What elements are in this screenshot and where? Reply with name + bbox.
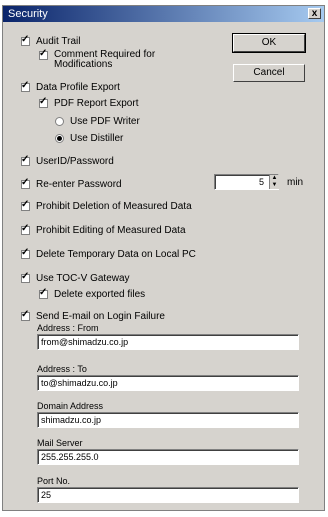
ok-button[interactable]: OK (232, 33, 306, 53)
prohibit-deletion-checkbox[interactable] (21, 199, 30, 211)
spin-up-icon[interactable]: ▲ (270, 175, 279, 182)
close-icon[interactable]: x (308, 8, 321, 19)
window-title: Security (8, 8, 48, 20)
audit-trail-option[interactable]: Audit Trail (21, 34, 81, 47)
to-address-label: Address : To (37, 364, 87, 374)
port-no-label: Port No. (37, 476, 71, 486)
use-distiller-option[interactable]: Use Distiller (55, 133, 123, 144)
delete-temp-option[interactable]: Delete Temporary Data on Local PC (21, 247, 196, 260)
delete-exported-checkbox[interactable] (39, 287, 48, 299)
to-address-input[interactable]: to@shimadzu.co.jp (37, 375, 299, 391)
cancel-button[interactable]: Cancel (233, 64, 305, 82)
prohibit-editing-checkbox[interactable] (21, 223, 30, 235)
reenter-unit-label: min (287, 177, 304, 188)
comment-required-checkbox[interactable] (39, 48, 48, 60)
from-address-label: Address : From (37, 323, 99, 333)
reenter-password-checkbox[interactable] (21, 177, 30, 189)
delete-exported-option[interactable]: Delete exported files (39, 287, 146, 300)
audit-trail-label: Audit Trail (36, 36, 81, 47)
reenter-password-option[interactable]: Re-enter Password (21, 177, 122, 190)
use-pdf-writer-label: Use PDF Writer (70, 116, 140, 127)
use-tocv-checkbox[interactable] (21, 271, 30, 283)
use-tocv-option[interactable]: Use TOC-V Gateway (21, 271, 130, 284)
use-distiller-radio[interactable] (55, 134, 64, 143)
data-profile-export-checkbox[interactable] (21, 80, 30, 92)
from-address-input[interactable]: from@shimadzu.co.jp (37, 334, 299, 350)
data-profile-export-option[interactable]: Data Profile Export (21, 80, 120, 93)
mail-server-input[interactable]: 255.255.255.0 (37, 449, 299, 465)
audit-trail-checkbox[interactable] (21, 34, 30, 46)
userid-password-checkbox[interactable] (21, 154, 30, 166)
delete-exported-label: Delete exported files (54, 289, 146, 300)
delete-temp-label: Delete Temporary Data on Local PC (36, 249, 196, 260)
send-email-option[interactable]: Send E-mail on Login Failure (21, 309, 165, 322)
use-pdf-writer-radio[interactable] (55, 117, 64, 126)
reenter-minutes-spinner[interactable]: ▲ ▼ (269, 175, 279, 189)
send-email-checkbox[interactable] (21, 309, 30, 321)
mail-server-label: Mail Server (37, 438, 83, 448)
domain-address-input[interactable]: shimadzu.co.jp (37, 412, 299, 428)
domain-address-label: Domain Address (37, 401, 104, 411)
prohibit-deletion-option[interactable]: Prohibit Deletion of Measured Data (21, 199, 192, 212)
userid-password-label: UserID/Password (36, 156, 114, 167)
comment-required-label: Comment Required for Modifications (54, 49, 156, 70)
reenter-password-label: Re-enter Password (36, 179, 122, 190)
pdf-report-export-option[interactable]: PDF Report Export (39, 96, 139, 109)
prohibit-editing-option[interactable]: Prohibit Editing of Measured Data (21, 223, 186, 236)
security-dialog: Security x OK Cancel Audit Trail Comment… (2, 5, 325, 511)
pdf-report-export-checkbox[interactable] (39, 96, 48, 108)
spin-down-icon[interactable]: ▼ (270, 182, 279, 189)
title-bar: Security x (3, 6, 324, 22)
use-tocv-label: Use TOC-V Gateway (36, 273, 130, 284)
pdf-report-export-label: PDF Report Export (54, 98, 139, 109)
prohibit-editing-label: Prohibit Editing of Measured Data (36, 225, 186, 236)
delete-temp-checkbox[interactable] (21, 247, 30, 259)
data-profile-export-label: Data Profile Export (36, 82, 120, 93)
send-email-label: Send E-mail on Login Failure (36, 311, 165, 322)
comment-required-option[interactable]: Comment Required for Modifications (39, 48, 184, 70)
prohibit-deletion-label: Prohibit Deletion of Measured Data (36, 201, 192, 212)
port-no-input[interactable]: 25 (37, 487, 299, 503)
use-distiller-label: Use Distiller (70, 133, 124, 144)
use-pdf-writer-option[interactable]: Use PDF Writer (55, 116, 140, 127)
userid-password-option[interactable]: UserID/Password (21, 154, 114, 167)
